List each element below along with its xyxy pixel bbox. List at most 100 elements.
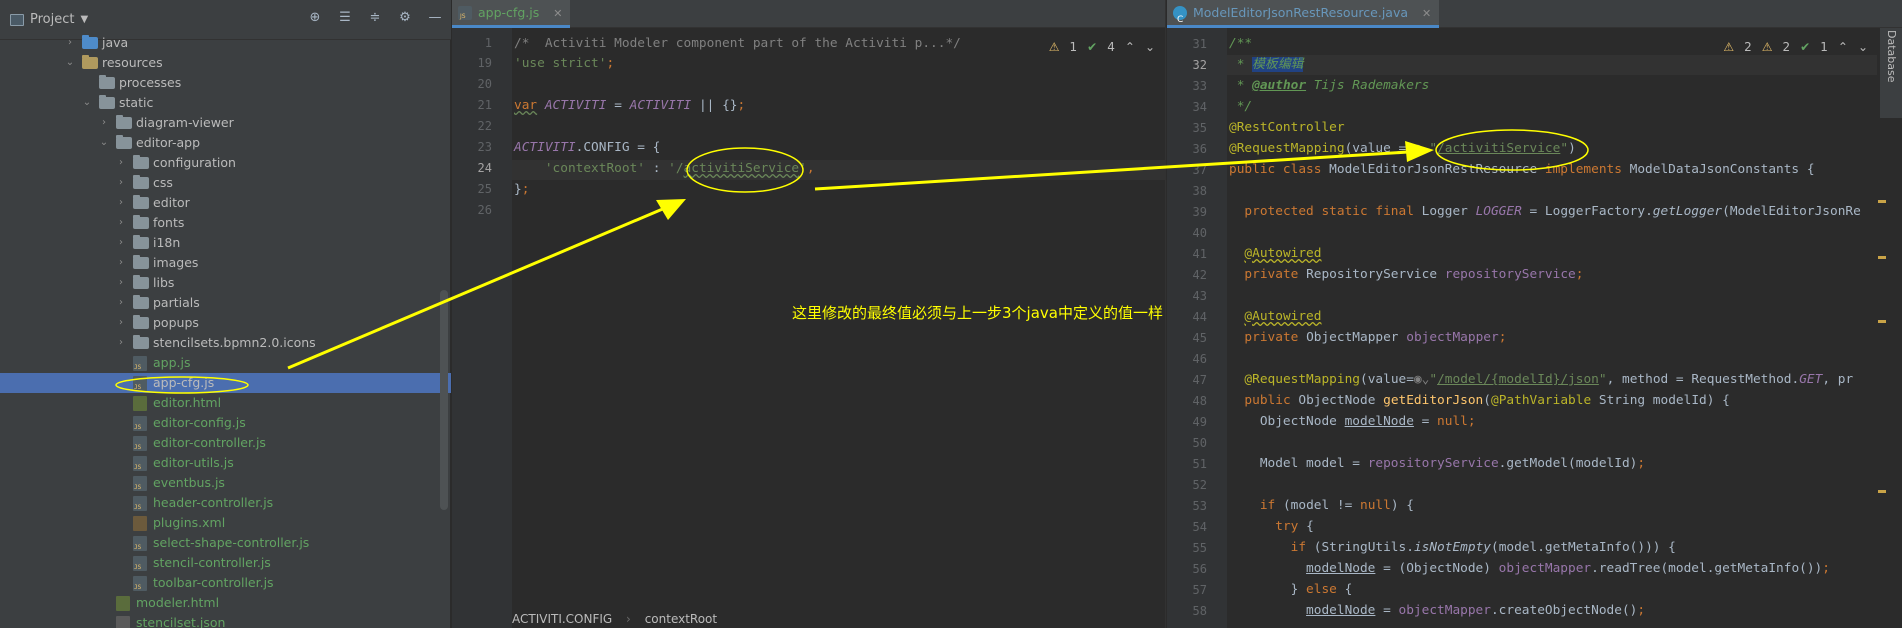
code-line-33[interactable]: * @author Tijs Rademakers (1229, 76, 1430, 96)
tree-item[interactable]: › configuration (0, 153, 451, 173)
line-number: 41 (1192, 247, 1207, 261)
tree-item-label: app-cfg.js (153, 375, 215, 390)
tree-item[interactable]: › stencilsets.bpmn2.0.icons (0, 333, 451, 353)
chevron-up-icon[interactable]: ⌃ (1838, 40, 1848, 54)
tree-item[interactable]: editor.html (0, 393, 451, 413)
code-line-47[interactable]: @RequestMapping(value=◉⌄"/model/{modelId… (1229, 370, 1853, 390)
line-number-gutter: 1 19 20 21 22 23 24 25 26 (452, 28, 512, 628)
tree-item[interactable]: app-cfg.js (0, 373, 451, 393)
database-tool-label[interactable]: Database (1885, 30, 1898, 83)
chevron-right-icon[interactable]: › (115, 193, 127, 213)
tree-item[interactable]: › images (0, 253, 451, 273)
chevron-right-icon[interactable]: › (115, 153, 127, 173)
tree-item[interactable]: › css (0, 173, 451, 193)
tree-item[interactable]: processes (0, 73, 451, 93)
chevron-right-icon[interactable]: › (115, 173, 127, 193)
code-line-34[interactable]: */ (1229, 97, 1252, 117)
chevron-down-icon[interactable]: ⌄ (1858, 40, 1868, 54)
chevron-down-icon[interactable]: ⌄ (98, 133, 110, 153)
code-line-23[interactable]: ACTIVITI.CONFIG = { (514, 138, 660, 158)
tree-item[interactable]: modeler.html (0, 593, 451, 613)
line-number: 53 (1192, 499, 1207, 513)
tree-item[interactable]: stencil-controller.js (0, 553, 451, 573)
code-line-35[interactable]: @RestController (1229, 118, 1345, 138)
tree-item[interactable]: › diagram-viewer (0, 113, 451, 133)
expand-all-icon[interactable]: ☰ (337, 10, 353, 26)
tree-item[interactable]: ⌄ editor-app (0, 133, 451, 153)
chevron-right-icon[interactable]: › (115, 253, 127, 273)
code-line-31[interactable]: /** (1229, 34, 1252, 54)
tree-item[interactable]: editor-utils.js (0, 453, 451, 473)
code-line-55[interactable]: if (StringUtils.isNotEmpty(model.getMeta… (1229, 538, 1676, 558)
code-line-49[interactable]: ObjectNode modelNode = null; (1229, 412, 1476, 432)
tree-item[interactable]: › java (0, 33, 451, 53)
code-line-19[interactable]: 'use strict'; (514, 54, 614, 74)
tree-item[interactable]: › i18n (0, 233, 451, 253)
code-line-44[interactable]: @Autowired (1229, 307, 1321, 327)
tree-item[interactable]: › partials (0, 293, 451, 313)
tree-item[interactable]: eventbus.js (0, 473, 451, 493)
tree-item[interactable]: ⌄ resources (0, 53, 451, 73)
code-line-51[interactable]: Model model = repositoryService.getModel… (1229, 454, 1645, 474)
chevron-down-icon[interactable]: ⌄ (1145, 40, 1155, 54)
gear-icon[interactable]: ⚙ (397, 10, 413, 26)
code-line-56[interactable]: modelNode = (ObjectNode) objectMapper.re… (1229, 559, 1830, 579)
tree-item[interactable]: › libs (0, 273, 451, 293)
code-line-57[interactable]: } else { (1229, 580, 1353, 600)
editor-tab-bar: app-cfg.js ✕ (452, 0, 1165, 28)
chevron-right-icon[interactable]: › (115, 293, 127, 313)
code-line-32[interactable]: * 模板编辑 (1229, 55, 1304, 75)
tree-item[interactable]: › editor (0, 193, 451, 213)
close-icon[interactable]: ✕ (1422, 7, 1431, 20)
close-icon[interactable]: ✕ (553, 7, 562, 20)
chevron-right-icon[interactable]: › (115, 313, 127, 333)
tab-model-editor-java[interactable]: ModelEditorJsonRestResource.java ✕ (1167, 0, 1440, 33)
chevron-right-icon[interactable]: › (115, 273, 127, 293)
collapse-all-icon[interactable]: ≑ (367, 10, 383, 26)
tree-item[interactable]: app.js (0, 353, 451, 373)
project-view-selector[interactable]: Project ▼ (10, 12, 88, 27)
minimize-icon[interactable]: — (427, 10, 443, 26)
tree-item[interactable]: ⌄ static (0, 93, 451, 113)
breadcrumb-item[interactable]: contextRoot (645, 612, 717, 626)
tree-item[interactable]: select-shape-controller.js (0, 533, 451, 553)
chevron-right-icon[interactable]: › (115, 333, 127, 353)
tree-item[interactable]: stencilset.json (0, 613, 451, 628)
code-line-41[interactable]: @Autowired (1229, 244, 1321, 264)
chevron-down-icon[interactable]: ⌄ (81, 93, 93, 113)
target-icon[interactable]: ⊕ (307, 10, 323, 26)
tree-item[interactable]: plugins.xml (0, 513, 451, 533)
tree-item[interactable]: editor-config.js (0, 413, 451, 433)
code-line-21[interactable]: var ACTIVITI = ACTIVITI || {}; (514, 96, 745, 116)
tree-item[interactable]: › popups (0, 313, 451, 333)
code-line-42[interactable]: private RepositoryService repositoryServ… (1229, 265, 1583, 285)
tree-item[interactable]: › fonts (0, 213, 451, 233)
chevron-right-icon[interactable]: › (64, 33, 76, 53)
chevron-right-icon[interactable]: › (115, 213, 127, 233)
tree-item[interactable]: editor-controller.js (0, 433, 451, 453)
folder-icon (133, 235, 149, 249)
code-line-39[interactable]: protected static final Logger LOGGER = L… (1229, 202, 1860, 222)
code-line-48[interactable]: public ObjectNode getEditorJson(@PathVar… (1229, 391, 1729, 411)
project-scrollbar[interactable] (440, 290, 448, 510)
code-line-54[interactable]: try { (1229, 517, 1314, 537)
code-line-53[interactable]: if (model != null) { (1229, 496, 1414, 516)
chevron-right-icon[interactable]: › (98, 113, 110, 133)
chevron-up-icon[interactable]: ⌃ (1125, 40, 1135, 54)
code-line-45[interactable]: private ObjectMapper objectMapper; (1229, 328, 1506, 348)
chevron-right-icon[interactable]: › (115, 233, 127, 253)
tree-item[interactable]: header-controller.js (0, 493, 451, 513)
code-line-37[interactable]: public class ModelEditorJsonRestResource… (1229, 160, 1815, 180)
code-line-58[interactable]: modelNode = objectMapper.createObjectNod… (1229, 601, 1645, 621)
inspection-widget[interactable]: ⚠ 1 ✔ 4 ⌃ ⌄ (1049, 40, 1155, 54)
tree-item[interactable]: toolbar-controller.js (0, 573, 451, 593)
inspection-widget[interactable]: ⚠ 2 ⚠ 2 ✔ 1 ⌃ ⌄ (1723, 40, 1868, 54)
js-file-icon (133, 356, 147, 371)
chevron-down-icon[interactable]: ⌄ (64, 53, 76, 73)
code-line-25[interactable]: }; (514, 180, 529, 200)
code-line-24[interactable]: 'contextRoot' : '/activitiService', (514, 159, 815, 179)
code-line-36[interactable]: @RequestMapping(value = ◉⌄"/activitiServ… (1229, 139, 1576, 159)
tab-app-cfg-js[interactable]: app-cfg.js ✕ (452, 0, 571, 28)
code-line-1[interactable]: /* Activiti Modeler component part of th… (514, 34, 961, 54)
breadcrumb-item[interactable]: ACTIVITI.CONFIG (512, 612, 612, 626)
